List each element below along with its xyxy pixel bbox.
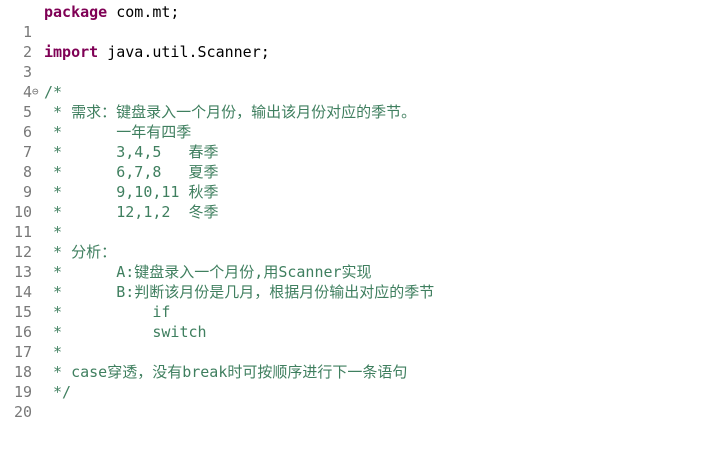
code-line[interactable]: 17 * switch [0, 322, 722, 361]
code-line[interactable]: 11 * 12,1,2 冬季 [0, 202, 722, 241]
code-line[interactable]: 10 * 9,10,11 秋季 [0, 182, 722, 221]
line-number: 20 [13, 403, 32, 421]
code-line[interactable]: 9 * 6,7,8 夏季 [0, 162, 722, 201]
code-text[interactable]: import java.util.Scanner; [44, 42, 270, 62]
code-line[interactable]: 16 * if [0, 302, 722, 341]
code-line[interactable]: 19 * case穿透，没有break时可按顺序进行下一条语句 [0, 362, 722, 401]
comment-text[interactable]: * 3,4,5 春季 [44, 142, 218, 162]
comment-text[interactable]: * 需求：键盘录入一个月份，输出该月份对应的季节。 [44, 102, 416, 122]
comment-text[interactable]: * A:键盘录入一个月份,用Scanner实现 [44, 262, 372, 282]
comment-text[interactable]: /* [44, 82, 62, 102]
code-editor[interactable]: 1 package com.mt; 2 3 import java.util.S… [0, 0, 722, 421]
code-token: com.mt; [107, 3, 180, 21]
comment-text[interactable]: */ [44, 382, 71, 402]
comment-text[interactable]: * switch [44, 322, 207, 342]
comment-text[interactable]: * B:判断该月份是几月，根据月份输出对应的季节 [44, 282, 434, 302]
collapse-minus-icon[interactable]: ⊖ [32, 82, 41, 102]
code-line[interactable]: 6 * 需求：键盘录入一个月份，输出该月份对应的季节。 [0, 102, 722, 141]
comment-text[interactable]: * if [44, 302, 170, 322]
code-token: java.util.Scanner; [98, 43, 270, 61]
code-line[interactable]: 12 * [0, 222, 722, 261]
code-line[interactable]: 3 import java.util.Scanner; [0, 42, 722, 81]
comment-text[interactable]: * 分析： [44, 242, 116, 262]
code-line[interactable]: 18 * [0, 342, 722, 381]
code-line[interactable]: 15 * B:判断该月份是几月，根据月份输出对应的季节 [0, 282, 722, 321]
comment-text[interactable]: * [44, 222, 62, 242]
comment-text[interactable]: * case穿透，没有break时可按顺序进行下一条语句 [44, 362, 407, 382]
code-line[interactable]: 13 * 分析： [0, 242, 722, 281]
code-line[interactable]: 7 * 一年有四季 [0, 122, 722, 161]
keyword-token: package [44, 3, 108, 21]
comment-text[interactable]: * [44, 342, 62, 362]
code-line[interactable]: 5 ⊖ /* [0, 82, 722, 121]
code-line[interactable]: 8 * 3,4,5 春季 [0, 142, 722, 181]
code-line[interactable]: 14 * A:键盘录入一个月份,用Scanner实现 [0, 262, 722, 301]
code-text[interactable]: package com.mt; [44, 2, 179, 22]
comment-text[interactable]: * 12,1,2 冬季 [44, 202, 218, 222]
comment-text[interactable]: * 9,10,11 秋季 [44, 182, 218, 202]
comment-text[interactable]: * 6,7,8 夏季 [44, 162, 218, 182]
code-line[interactable]: 2 [0, 22, 722, 61]
keyword-token: import [44, 43, 99, 61]
code-line[interactable]: 1 package com.mt; [0, 2, 722, 41]
code-line[interactable]: 4 [0, 62, 722, 101]
comment-text[interactable]: * 一年有四季 [44, 122, 191, 142]
code-line[interactable]: 20 */ [0, 382, 722, 421]
